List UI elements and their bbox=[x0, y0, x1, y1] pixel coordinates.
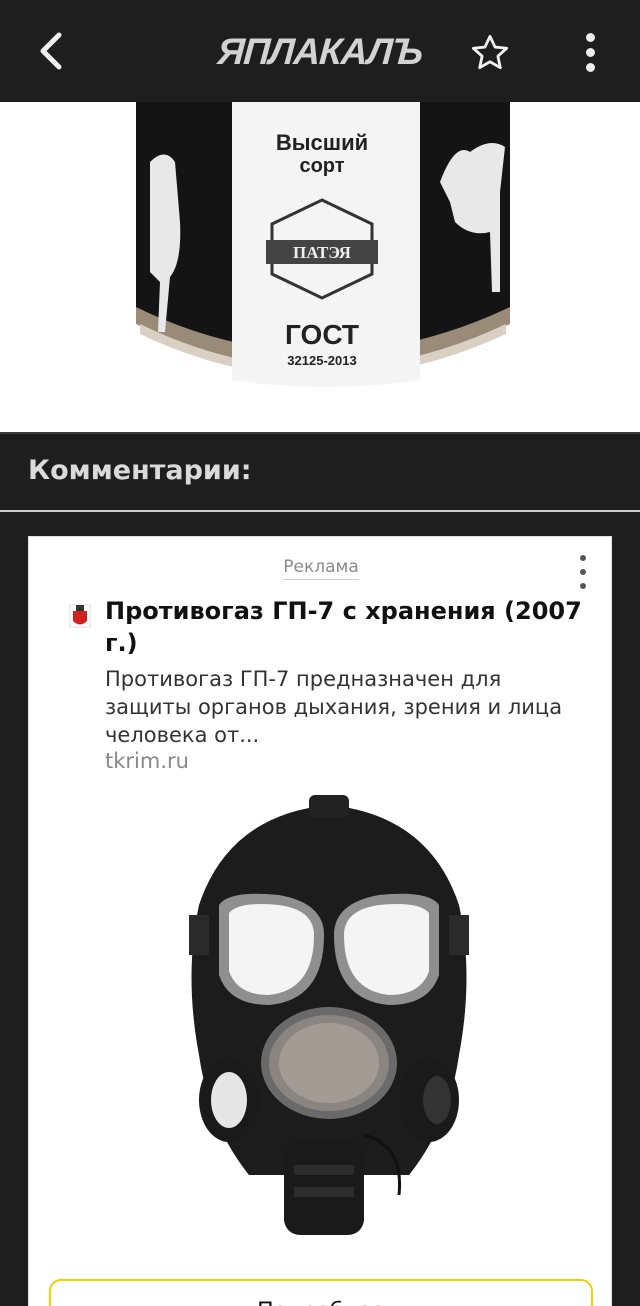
back-button[interactable] bbox=[28, 28, 74, 74]
can-brand: ПАТЭЯ bbox=[293, 243, 351, 262]
divider bbox=[0, 510, 640, 512]
can-grade-line1: Высший bbox=[276, 130, 368, 155]
ad-domain[interactable]: tkrim.ru bbox=[105, 749, 189, 773]
advertiser-favicon-icon bbox=[69, 604, 91, 628]
can-grade-line2: сорт bbox=[299, 155, 344, 177]
post-image[interactable]: Высший сорт ПАТЭЯ ГОСТ 32125-2013 bbox=[0, 102, 640, 432]
more-vertical-icon bbox=[580, 555, 586, 561]
site-logo[interactable]: ЯПЛАКАЛЪ bbox=[196, 28, 443, 76]
gas-mask-image[interactable] bbox=[159, 795, 499, 1265]
divider bbox=[0, 432, 640, 434]
canned-meat-image: Высший сорт ПАТЭЯ ГОСТ 32125-2013 bbox=[0, 102, 640, 432]
top-app-bar: ЯПЛАКАЛЪ bbox=[0, 0, 640, 102]
star-outline-icon bbox=[471, 34, 509, 70]
can-standard-number: 32125-2013 bbox=[287, 353, 356, 368]
ad-title-link[interactable]: Противогаз ГП-7 с хранения (2007 г.) bbox=[105, 595, 585, 659]
comments-heading: Комментарии: bbox=[28, 455, 252, 486]
more-vertical-icon bbox=[585, 32, 595, 42]
chevron-left-icon bbox=[40, 32, 62, 70]
ad-card[interactable]: Реклама Противогаз ГП-7 с хранения (2007… bbox=[28, 536, 612, 1306]
ad-cta-button[interactable]: Подробнее bbox=[49, 1279, 593, 1306]
ad-label: Реклама bbox=[29, 557, 613, 580]
overflow-menu-button[interactable] bbox=[566, 28, 614, 76]
favorite-button[interactable] bbox=[466, 30, 514, 76]
ad-options-button[interactable] bbox=[573, 555, 593, 589]
ad-description: Противогаз ГП-7 предназначен для защиты … bbox=[105, 667, 563, 747]
can-standard: ГОСТ bbox=[285, 319, 359, 350]
